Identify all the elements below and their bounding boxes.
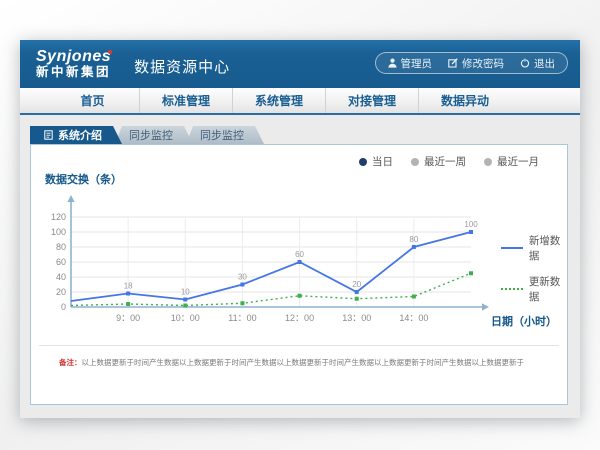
radio-selected-icon [359,158,367,166]
content-area: 系统介绍 同步监控 同步监控 当日 最近一周 [20,115,580,416]
svg-text:11：00: 11：00 [228,313,256,323]
y-axis-title: 数据交换（条） [45,171,122,187]
svg-text:0: 0 [61,302,66,312]
radio-icon [411,158,419,166]
svg-text:60: 60 [56,257,66,267]
note-label: 备注： [59,358,82,367]
range-option-label: 最近一周 [424,154,466,169]
logo-text: Synjones [36,48,111,65]
footer-note: 备注：以上数据更新于时间产生数据以上数据更新于时间产生数据以上数据更新于时间产生… [59,357,524,368]
svg-text:10：00: 10：00 [171,313,200,323]
page: { "header": { "logo_primary": "Synjones"… [0,0,600,450]
svg-text:120: 120 [51,212,66,222]
user-menu: 管理员 修改密码 退出 [375,52,569,74]
power-icon [520,58,530,68]
logo-subtext: 新中新集团 [36,66,112,79]
svg-text:9：00: 9：00 [116,313,140,323]
range-option-today[interactable]: 当日 [359,154,393,169]
nav-item-system-mgmt[interactable]: 系统管理 [232,88,325,113]
tab-label: 系统介绍 [58,127,102,143]
company-logo: Synjones 新中新集团 [36,49,112,80]
svg-text:60: 60 [295,250,304,259]
legend-new-data[interactable]: 新增数据 [501,233,567,263]
svg-text:100: 100 [464,220,478,229]
app-header: Synjones 新中新集团 数据资源中心 管理员 修改密码 [20,40,580,88]
radio-icon [484,158,492,166]
svg-text:80: 80 [56,242,66,252]
nav-item-home[interactable]: 首页 [46,88,139,113]
note-text: 以上数据更新于时间产生数据以上数据更新于时间产生数据以上数据更新于时间产生数据以… [82,358,525,367]
svg-text:14：00: 14：00 [399,313,428,323]
nav-item-data-change[interactable]: 数据异动 [418,88,511,113]
nav-item-standard-mgmt[interactable]: 标准管理 [139,88,232,113]
series-legend: 新增数据 更新数据 [501,233,567,304]
page-title: 数据资源中心 [134,56,230,77]
dotted-line-icon [501,288,523,290]
range-option-last-month[interactable]: 最近一月 [484,154,539,169]
svg-text:20: 20 [56,287,66,297]
line-chart: 0 20 40 60 80 100 120 9：00 10：00 11：00 12：00 13：00 1… [41,189,496,344]
range-option-label: 当日 [372,154,393,169]
svg-text:80: 80 [409,235,418,244]
chart-canvas: 0 20 40 60 80 100 120 9：00 10：00 11：00 12：00 13：00 1… [41,189,496,339]
logo-red-dot-icon [108,50,112,54]
tab-label: 同步监控 [129,127,173,143]
nav-item-interface-mgmt[interactable]: 对接管理 [325,88,418,113]
legend-label: 更新数据 [529,274,567,304]
edit-icon [448,58,458,68]
admin-label: 管理员 [401,56,433,71]
chart-panel: 当日 最近一周 最近一月 数据交换（条） 0 20 40 60 80 100 120 9：00… [30,144,568,405]
tab-system-intro[interactable]: 系统介绍 [30,126,122,144]
document-icon [44,130,53,140]
svg-text:13：00: 13：00 [342,313,371,323]
svg-text:100: 100 [51,227,66,237]
legend-updated-data[interactable]: 更新数据 [501,274,567,304]
svg-text:10: 10 [181,288,190,297]
range-option-label: 最近一月 [497,154,539,169]
note-divider [39,345,559,346]
legend-label: 新增数据 [529,233,567,263]
svg-text:40: 40 [56,272,66,282]
svg-text:20: 20 [352,280,361,289]
logout-button[interactable]: 退出 [520,56,555,71]
main-nav: 首页 标准管理 系统管理 对接管理 数据异动 [20,88,580,115]
range-filter: 当日 最近一周 最近一月 [359,154,539,169]
app-window: Synjones 新中新集团 数据资源中心 管理员 修改密码 [20,40,580,418]
tab-bar: 系统介绍 同步监控 同步监控 [30,126,257,144]
change-password-button[interactable]: 修改密码 [448,56,504,71]
tab-sync-monitor-2[interactable]: 同步监控 [186,126,264,144]
admin-button[interactable]: 管理员 [388,56,433,71]
x-axis-title: 日期（小时） [491,313,557,329]
change-password-label: 修改密码 [462,56,504,71]
svg-text:30: 30 [238,273,247,282]
tab-label: 同步监控 [200,127,244,143]
svg-text:12：00: 12：00 [285,313,314,323]
solid-line-icon [501,247,523,249]
range-option-last-week[interactable]: 最近一周 [411,154,466,169]
logout-label: 退出 [534,56,555,71]
user-icon [388,58,397,68]
svg-text:18: 18 [124,282,133,291]
tab-sync-monitor-1[interactable]: 同步监控 [115,126,193,144]
